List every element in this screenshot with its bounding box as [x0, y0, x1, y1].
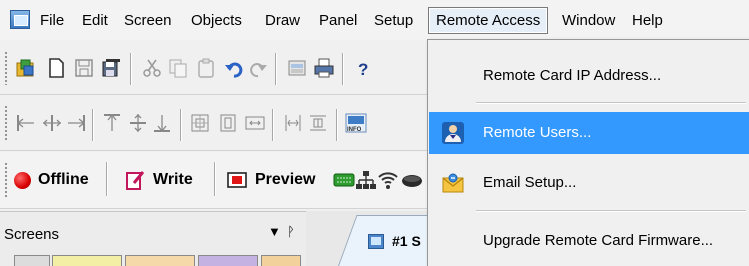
write-label: Write	[153, 171, 193, 188]
menu-item-upgrade-remote-card-firmware[interactable]: Upgrade Remote Card Firmware...	[429, 220, 749, 262]
email-icon	[442, 173, 464, 193]
menu-screen[interactable]: Screen	[124, 10, 172, 32]
toolbar-separator	[180, 109, 181, 141]
screen-thumbnail[interactable]	[125, 255, 195, 266]
toolbar-separator	[92, 109, 93, 141]
menu-separator	[476, 210, 746, 211]
align-top-icon[interactable]	[100, 111, 124, 135]
menu-window[interactable]: Window	[562, 10, 615, 32]
info-screen-icon[interactable]: INFO	[344, 111, 368, 135]
menu-item-remote-users[interactable]: Remote Users...	[429, 112, 749, 154]
align-middle-icon[interactable]	[126, 111, 150, 135]
screen-thumbnail[interactable]	[14, 255, 50, 266]
cut-icon[interactable]	[140, 56, 164, 80]
menu-help[interactable]: Help	[632, 10, 663, 32]
menu-item-label: Remote Users...	[483, 124, 592, 141]
offline-button[interactable]: Offline	[14, 167, 89, 193]
network-icon[interactable]	[354, 168, 378, 192]
menu-objects[interactable]: Objects	[191, 10, 242, 32]
toolbar-separator	[342, 53, 343, 85]
menu-bar: File Edit Screen Objects Draw Panel Setu…	[0, 0, 749, 40]
center-vertical-icon[interactable]	[216, 111, 240, 135]
menu-item-remote-card-ip-address[interactable]: Remote Card IP Address...	[429, 55, 749, 97]
save-icon[interactable]	[72, 56, 96, 80]
toolbar-grip[interactable]	[4, 51, 8, 85]
preview-icon	[227, 172, 247, 188]
alignment-toolbar: INFO	[0, 97, 430, 151]
app-icon[interactable]	[10, 10, 30, 29]
preview-label: Preview	[255, 171, 316, 188]
pane-dropdown-icon[interactable]: ▼	[268, 224, 281, 239]
toolbar-separator	[272, 109, 273, 141]
center-both-icon[interactable]	[188, 111, 212, 135]
remote-access-menu: Remote Card IP Address... Remote Users..…	[427, 39, 749, 266]
menu-item-email-setup[interactable]: Email Setup...	[429, 162, 749, 204]
toolbar-separator	[130, 53, 131, 85]
menu-separator	[476, 102, 746, 103]
open-project-icon[interactable]	[14, 56, 38, 80]
device-icon[interactable]	[400, 168, 424, 192]
center-horizontal-icon[interactable]	[243, 111, 267, 135]
keyboard-icon[interactable]	[332, 168, 356, 192]
copy-icon[interactable]	[166, 56, 190, 80]
menu-item-label: Remote Card IP Address...	[483, 67, 662, 84]
menu-file[interactable]: File	[40, 10, 64, 32]
write-button[interactable]: Write	[124, 167, 193, 193]
same-width-icon[interactable]	[281, 111, 305, 135]
screen-thumbnail[interactable]	[198, 255, 258, 266]
svg-text:?: ?	[358, 60, 368, 79]
toolbar-separator	[214, 162, 215, 196]
toolbar-separator	[275, 53, 276, 85]
same-height-icon[interactable]	[306, 111, 330, 135]
toolbar-separator	[336, 109, 337, 141]
screens-pane: Screens ▼ ᚹ	[0, 211, 306, 266]
users-icon	[442, 122, 464, 144]
screen-icon	[368, 233, 384, 249]
pin-icon[interactable]: ᚹ	[287, 224, 295, 239]
menu-edit[interactable]: Edit	[82, 10, 108, 32]
align-bottom-icon[interactable]	[150, 111, 174, 135]
menu-item-label: Email Setup...	[483, 174, 577, 191]
help-icon[interactable]: ?	[351, 56, 375, 80]
svg-text:INFO: INFO	[347, 127, 362, 133]
menu-panel[interactable]: Panel	[319, 10, 357, 32]
screen-tab-label: #1 S	[392, 233, 421, 249]
screen-view-icon[interactable]	[285, 56, 309, 80]
align-left-icon[interactable]	[14, 111, 38, 135]
menu-draw[interactable]: Draw	[265, 10, 300, 32]
preview-button[interactable]: Preview	[226, 167, 315, 193]
save-all-icon[interactable]	[99, 56, 123, 80]
menu-item-label: Upgrade Remote Card Firmware...	[483, 232, 714, 249]
align-center-vertical-icon[interactable]	[40, 111, 64, 135]
screens-pane-title: Screens	[4, 226, 60, 243]
transfer-toolbar: Offline Write Preview	[0, 152, 430, 209]
print-icon[interactable]	[312, 56, 336, 80]
standard-toolbar: ?	[0, 41, 430, 95]
screen-thumbnails	[14, 255, 304, 266]
document-area: #1 S	[306, 211, 457, 266]
toolbar-separator	[106, 162, 107, 196]
screen-tab-label-group: #1 S	[368, 233, 421, 249]
offline-status-icon	[14, 171, 31, 189]
align-right-icon[interactable]	[64, 111, 88, 135]
redo-icon[interactable]	[246, 56, 270, 80]
offline-label: Offline	[38, 171, 89, 188]
toolbar-grip[interactable]	[4, 162, 8, 198]
menu-remote-access[interactable]: Remote Access	[428, 7, 549, 34]
paste-icon[interactable]	[194, 56, 218, 80]
write-icon	[126, 171, 145, 190]
new-file-icon[interactable]	[44, 56, 68, 80]
undo-icon[interactable]	[222, 56, 246, 80]
toolbar-grip[interactable]	[4, 105, 8, 141]
screen-thumbnail[interactable]	[261, 255, 301, 266]
wifi-icon[interactable]	[376, 168, 400, 192]
menu-setup[interactable]: Setup	[374, 10, 413, 32]
screen-thumbnail[interactable]	[52, 255, 122, 266]
